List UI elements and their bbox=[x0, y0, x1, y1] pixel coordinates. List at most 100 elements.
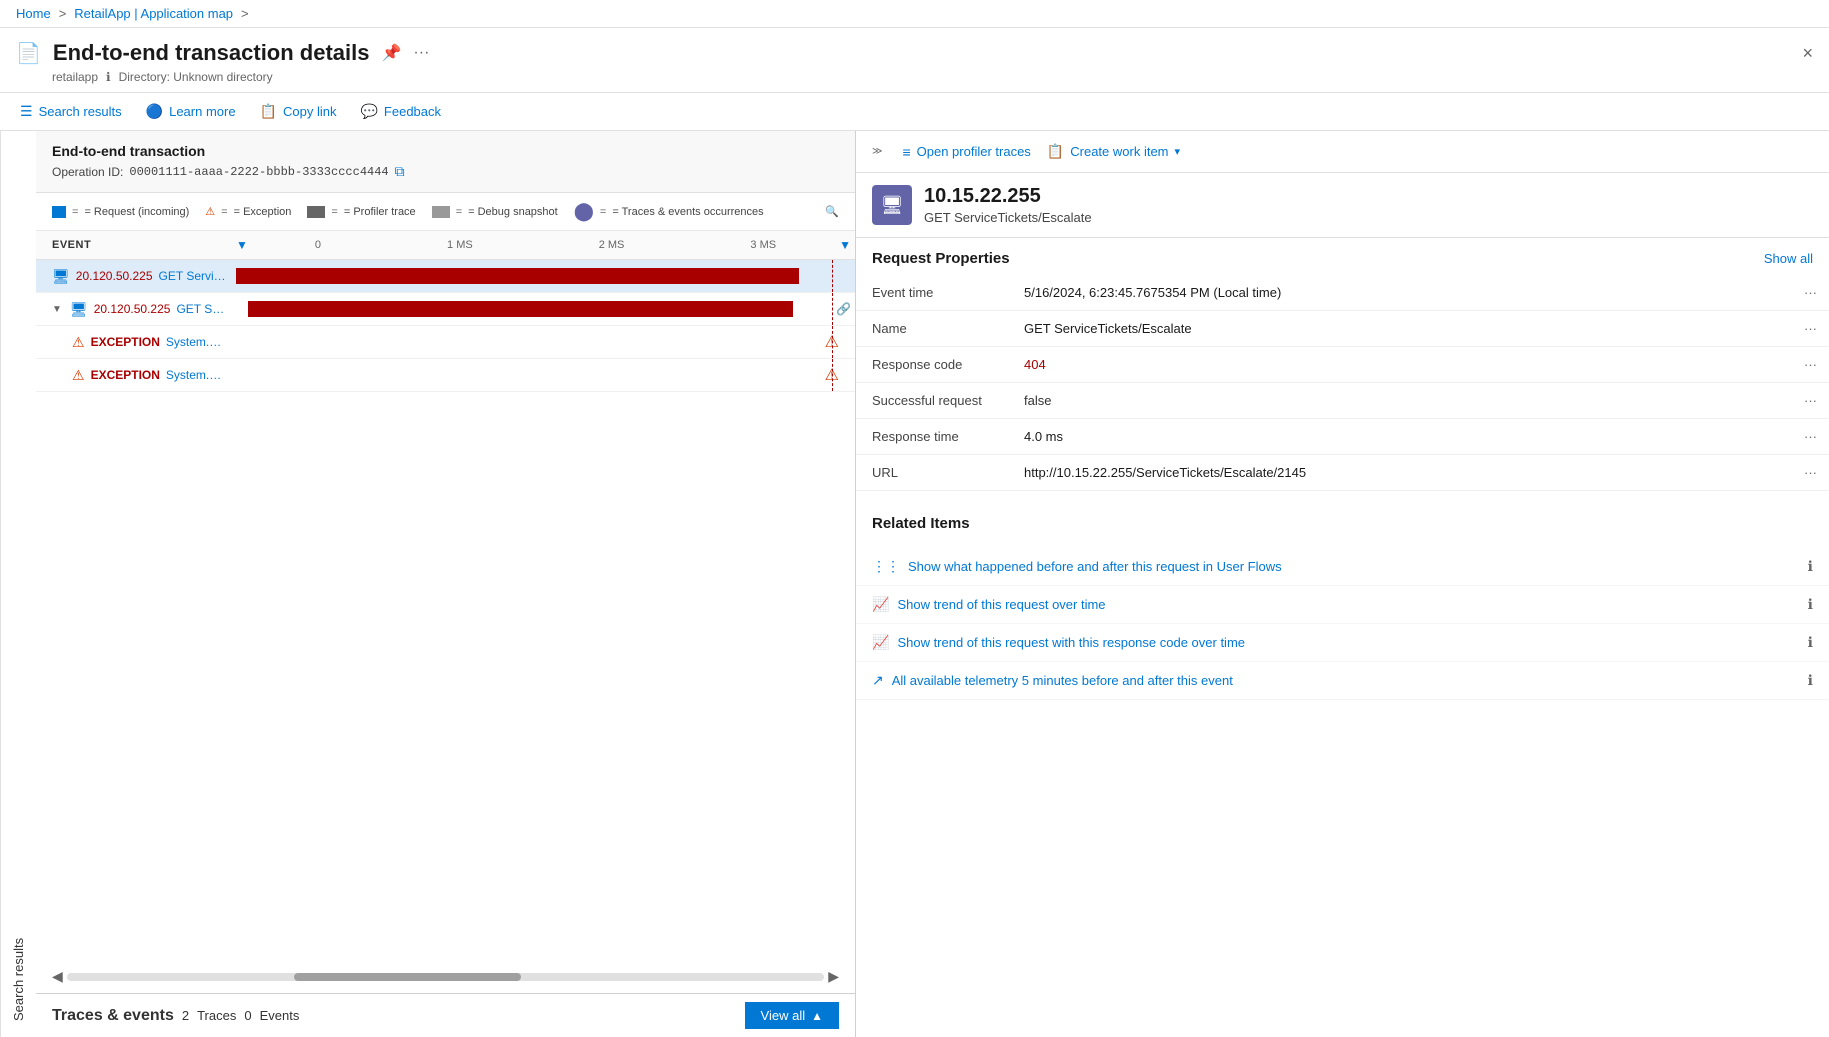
prop-menu-successful[interactable]: ··· bbox=[1789, 383, 1829, 419]
related-item-user-flows[interactable]: ⋮⋮ Show what happened before and after t… bbox=[856, 548, 1829, 586]
event-bar-area-exc2: ⚠ bbox=[236, 359, 855, 391]
breadcrumb-home[interactable]: Home bbox=[16, 6, 51, 21]
scroll-left-arrow[interactable]: ◀ bbox=[52, 968, 63, 985]
copy-icon: 📋 bbox=[260, 103, 277, 120]
scroll-track[interactable] bbox=[67, 973, 824, 981]
operation-id-label: Operation ID: bbox=[52, 165, 123, 179]
expand-icon-2[interactable]: ▼ bbox=[52, 304, 62, 315]
filter-icon-left[interactable]: ▼ bbox=[236, 238, 248, 252]
legend-request: = = Request (incoming) bbox=[52, 206, 189, 218]
sidebar-tab-search-results[interactable]: Search results bbox=[0, 131, 36, 1037]
dotted-line-1 bbox=[832, 260, 833, 292]
legend-profiler: = = Profiler trace bbox=[307, 206, 415, 218]
properties-section-header: Request Properties Show all bbox=[856, 238, 1829, 275]
trend-code-icon: 📈 bbox=[872, 634, 889, 651]
prop-row-response-code[interactable]: Response code 404 ··· bbox=[856, 347, 1829, 383]
time-2ms: 2 MS bbox=[591, 239, 633, 251]
traces-label: Traces bbox=[197, 1008, 236, 1023]
related-item-text-trend-code: Show trend of this request with this res… bbox=[897, 635, 1799, 650]
prop-row-name[interactable]: Name GET ServiceTickets/Escalate ··· bbox=[856, 311, 1829, 347]
copy-operation-id-icon[interactable]: ⧉ bbox=[395, 163, 405, 180]
filter-icon-right[interactable]: ▼ bbox=[839, 238, 851, 252]
legend-request-box bbox=[52, 206, 66, 218]
page-header: 📄 End-to-end transaction details 📌 ··· ×… bbox=[0, 28, 1829, 93]
left-panel: End-to-end transaction Operation ID: 000… bbox=[36, 131, 856, 1037]
info-icon-telemetry[interactable]: ℹ bbox=[1808, 672, 1813, 689]
properties-table: Event time 5/16/2024, 6:23:45.7675354 PM… bbox=[856, 275, 1829, 491]
prop-menu-url[interactable]: ··· bbox=[1789, 455, 1829, 491]
prop-menu-response-code[interactable]: ··· bbox=[1789, 347, 1829, 383]
info-icon-trend[interactable]: ℹ bbox=[1808, 596, 1813, 613]
event-bar-1 bbox=[236, 268, 799, 284]
warning-icon-exc1: ⚠ bbox=[72, 334, 85, 351]
scroll-right-arrow[interactable]: ▶ bbox=[828, 968, 839, 985]
related-item-text-telemetry: All available telemetry 5 minutes before… bbox=[892, 673, 1800, 688]
prop-menu-event-time[interactable]: ··· bbox=[1789, 275, 1829, 311]
link-icon-2[interactable]: 🔗 bbox=[836, 302, 851, 316]
event-request-icon-1: 🖥 bbox=[52, 268, 70, 285]
learn-more-button[interactable]: 🔵 Learn more bbox=[134, 97, 248, 126]
scroll-thumb bbox=[294, 973, 521, 981]
prop-menu-response-time[interactable]: ··· bbox=[1789, 419, 1829, 455]
close-button[interactable]: × bbox=[1802, 43, 1813, 64]
pin-icon[interactable]: 📌 bbox=[382, 43, 402, 63]
search-icon-small[interactable]: 🔍 bbox=[825, 205, 839, 218]
legend-exception: ⚠ = = Exception bbox=[205, 205, 291, 218]
right-toolbar-expand-icon[interactable]: ≫ bbox=[872, 146, 882, 157]
event-source-2: 20.120.50.225 bbox=[94, 302, 171, 316]
legend-debug-box bbox=[432, 206, 450, 218]
event-row-exc1[interactable]: ⚠ EXCEPTION System.Web.HttpExce ⚠ bbox=[36, 326, 855, 359]
request-path: GET ServiceTickets/Escalate bbox=[924, 210, 1092, 225]
related-item-text-trend: Show trend of this request over time bbox=[897, 597, 1799, 612]
event-row-exc2[interactable]: ⚠ EXCEPTION System.Web.HttpExce ⚠ bbox=[36, 359, 855, 392]
info-icon: ℹ bbox=[106, 70, 111, 84]
prop-row-response-time[interactable]: Response time 4.0 ms ··· bbox=[856, 419, 1829, 455]
prop-row-event-time[interactable]: Event time 5/16/2024, 6:23:45.7675354 PM… bbox=[856, 275, 1829, 311]
open-profiler-button[interactable]: ≡ Open profiler traces bbox=[902, 144, 1030, 160]
selected-request-summary: 🖥 10.15.22.255 GET ServiceTickets/Escala… bbox=[856, 173, 1829, 238]
event-info-2: ▼ 🖥 20.120.50.225 GET ServiceTickets/Esc bbox=[36, 297, 236, 322]
related-items-section-header: Related Items bbox=[856, 503, 1829, 540]
event-row-2[interactable]: ▼ 🖥 20.120.50.225 GET ServiceTickets/Esc… bbox=[36, 293, 855, 326]
transaction-header: End-to-end transaction Operation ID: 000… bbox=[36, 131, 855, 193]
ellipsis-icon[interactable]: ··· bbox=[413, 44, 429, 62]
event-exception-label-1: EXCEPTION bbox=[91, 335, 160, 349]
breadcrumb-sep2: > bbox=[241, 6, 249, 21]
breadcrumb-bar: Home > RetailApp | Application map > bbox=[0, 0, 1829, 28]
prop-name-response-code: Response code bbox=[856, 347, 1016, 383]
prop-value-name: GET ServiceTickets/Escalate bbox=[1016, 311, 1789, 347]
timeline-header: EVENT ▼ 0 1 MS 2 MS 3 MS ▼ bbox=[36, 231, 855, 260]
related-item-telemetry[interactable]: ↗ All available telemetry 5 minutes befo… bbox=[856, 662, 1829, 700]
view-all-button[interactable]: View all ▲ bbox=[745, 1002, 839, 1029]
timeline-column: ▼ 0 1 MS 2 MS 3 MS ▼ bbox=[236, 235, 855, 255]
prop-value-successful: false bbox=[1016, 383, 1789, 419]
legend-traces: ⬤ = = Traces & events occurrences bbox=[574, 201, 764, 222]
list-icon: ☰ bbox=[20, 103, 33, 120]
request-icon-box: 🖥 bbox=[872, 185, 912, 225]
right-toolbar: ≫ ≡ Open profiler traces 📋 Create work i… bbox=[856, 131, 1829, 173]
info-icon-trend-code[interactable]: ℹ bbox=[1808, 634, 1813, 651]
copy-link-button[interactable]: 📋 Copy link bbox=[248, 97, 349, 126]
learn-icon: 🔵 bbox=[146, 103, 163, 120]
show-all-link[interactable]: Show all bbox=[1764, 251, 1813, 266]
legend-exception-icon: ⚠ bbox=[205, 205, 215, 218]
breadcrumb-sep1: > bbox=[59, 6, 67, 21]
prop-row-url[interactable]: URL http://10.15.22.255/ServiceTickets/E… bbox=[856, 455, 1829, 491]
prop-row-successful[interactable]: Successful request false ··· bbox=[856, 383, 1829, 419]
breadcrumb-app[interactable]: RetailApp | Application map bbox=[74, 6, 233, 21]
chevron-up-icon: ▲ bbox=[811, 1009, 823, 1023]
search-results-button[interactable]: ☰ Search results bbox=[8, 97, 134, 126]
prop-value-url: http://10.15.22.255/ServiceTickets/Escal… bbox=[1016, 455, 1789, 491]
related-item-trend-code[interactable]: 📈 Show trend of this request with this r… bbox=[856, 624, 1829, 662]
feedback-button[interactable]: 💬 Feedback bbox=[348, 97, 453, 126]
info-icon-user-flows[interactable]: ℹ bbox=[1808, 558, 1813, 575]
event-request-icon-2: 🖥 bbox=[70, 301, 88, 318]
related-item-trend[interactable]: 📈 Show trend of this request over time ℹ bbox=[856, 586, 1829, 624]
prop-name-name: Name bbox=[856, 311, 1016, 347]
main-layout: Search results End-to-end transaction Op… bbox=[0, 131, 1829, 1037]
create-work-item-button[interactable]: 📋 Create work item ▾ bbox=[1047, 143, 1180, 160]
event-row-1[interactable]: 🖥 20.120.50.225 GET ServiceTickets/Esc bbox=[36, 260, 855, 293]
prop-name-event-time: Event time bbox=[856, 275, 1016, 311]
prop-menu-name[interactable]: ··· bbox=[1789, 311, 1829, 347]
events-count: 0 bbox=[244, 1008, 251, 1023]
